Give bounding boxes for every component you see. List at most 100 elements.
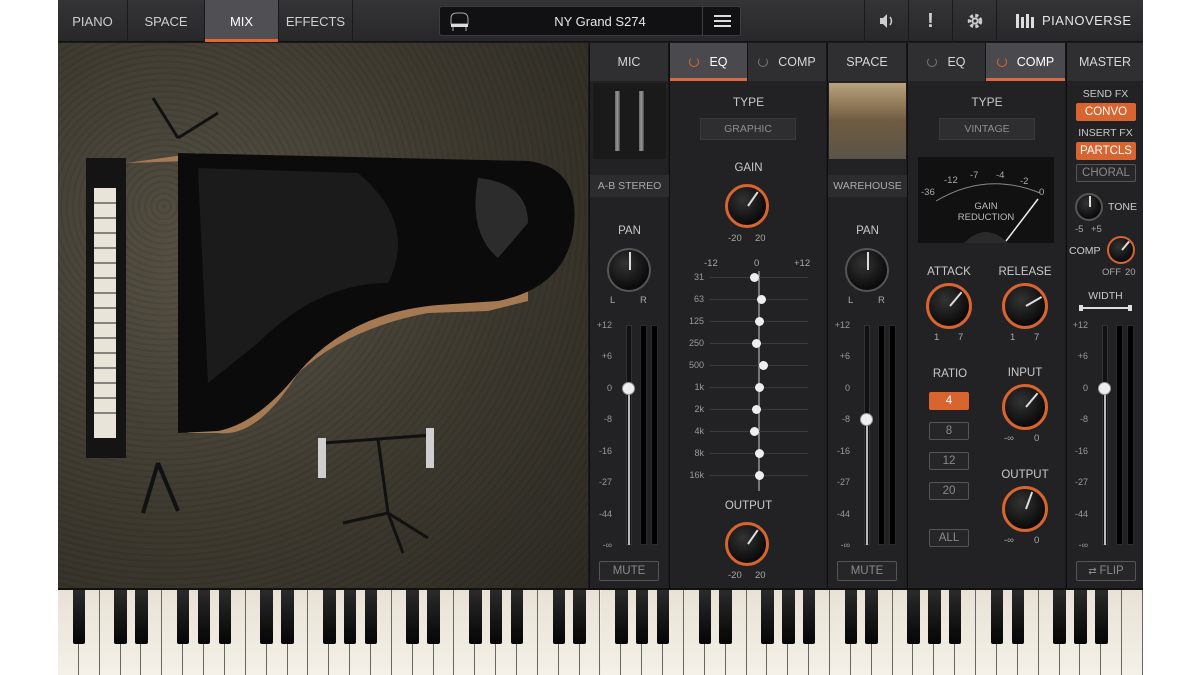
black-key[interactable] — [573, 590, 586, 644]
black-key[interactable] — [427, 590, 440, 644]
preset-menu-button[interactable] — [702, 7, 740, 35]
black-key[interactable] — [698, 590, 712, 644]
black-key[interactable] — [615, 590, 628, 644]
mic-pan-knob[interactable] — [607, 248, 651, 292]
black-key[interactable] — [948, 590, 962, 644]
speaker-icon[interactable] — [864, 0, 908, 42]
ratio-8-button[interactable]: 8 — [929, 422, 969, 440]
power-icon[interactable] — [689, 57, 700, 67]
black-key[interactable] — [469, 590, 482, 644]
black-key[interactable] — [865, 590, 878, 644]
insert-fx-2-button[interactable]: CHORAL — [1076, 164, 1136, 182]
space-thumbnail[interactable] — [829, 83, 906, 159]
eq-gain-knob[interactable] — [725, 184, 769, 228]
ratio-20-button[interactable]: 20 — [929, 482, 969, 500]
fader-handle[interactable] — [622, 381, 635, 395]
black-key[interactable] — [72, 590, 86, 644]
black-key[interactable] — [928, 590, 941, 644]
preset-selector[interactable]: NY Grand S274 — [439, 6, 741, 36]
send-fx-button[interactable]: CONVO — [1076, 103, 1136, 121]
comp-input-knob[interactable] — [1002, 384, 1048, 430]
fader-handle[interactable] — [860, 413, 873, 427]
space-header[interactable]: SPACE — [828, 43, 907, 81]
eq2-tab[interactable]: EQ — [908, 43, 986, 81]
master-fader[interactable]: +12 +6 0 -8 -16 -27 -44 -∞ — [1066, 320, 1143, 550]
black-key[interactable] — [656, 590, 670, 644]
eq-band-handle[interactable] — [752, 404, 762, 414]
tab-piano[interactable]: PIANO — [58, 0, 128, 42]
black-key[interactable] — [260, 590, 273, 644]
black-key[interactable] — [510, 590, 524, 644]
eq-output-knob[interactable] — [725, 522, 769, 566]
black-key[interactable] — [635, 590, 649, 644]
insert-fx-1-button[interactable]: PARTCLS — [1076, 142, 1136, 160]
black-key[interactable] — [1095, 590, 1108, 644]
piano-keyboard[interactable] — [58, 588, 1143, 675]
mic-fader[interactable]: +12 +6 0 -8 -16 -27 -44 -∞ — [590, 320, 669, 550]
black-key[interactable] — [1053, 590, 1066, 644]
fader-handle[interactable] — [1098, 381, 1111, 395]
master-header[interactable]: MASTER — [1067, 43, 1143, 81]
mic-thumbnail[interactable] — [593, 83, 666, 159]
black-key[interactable] — [281, 590, 294, 644]
release-knob[interactable] — [1002, 283, 1048, 329]
black-key[interactable] — [489, 590, 503, 644]
space-pan-knob[interactable] — [845, 248, 889, 292]
tone-knob[interactable] — [1075, 193, 1103, 221]
comp2-tab[interactable]: COMP — [986, 43, 1066, 81]
black-key[interactable] — [322, 590, 336, 644]
eq-band-handle[interactable] — [754, 382, 764, 392]
ratio-all-button[interactable]: ALL — [929, 529, 969, 547]
master-comp-knob[interactable] — [1107, 236, 1135, 264]
eq-band-handle[interactable] — [758, 360, 768, 370]
space-fader[interactable]: +12 +6 0 -8 -16 -27 -44 -∞ — [828, 320, 907, 550]
eq-band-handle[interactable] — [752, 338, 762, 348]
tab-mix[interactable]: MIX — [205, 0, 279, 42]
graphic-eq[interactable]: 31 63 125 250 500 1k 2k 4k 8k 16k — [670, 271, 827, 491]
black-key[interactable] — [197, 590, 211, 644]
gear-icon[interactable] — [952, 0, 996, 42]
comp-type-selector[interactable]: VINTAGE — [939, 118, 1035, 140]
eq1-tab[interactable]: EQ — [670, 43, 748, 81]
black-key[interactable] — [218, 590, 232, 644]
flip-button[interactable]: ⇄ FLIP — [1076, 561, 1136, 581]
black-key[interactable] — [135, 590, 148, 644]
tab-space[interactable]: SPACE — [128, 0, 205, 42]
black-key[interactable] — [719, 590, 732, 644]
ratio-12-button[interactable]: 12 — [929, 452, 969, 470]
ratio-4-button[interactable]: 4 — [929, 392, 969, 410]
black-key[interactable] — [114, 590, 127, 644]
eq-type-selector[interactable]: GRAPHIC — [700, 118, 796, 140]
mic-mute-button[interactable]: MUTE — [599, 561, 659, 581]
width-slider[interactable] — [1079, 305, 1132, 311]
black-key[interactable] — [907, 590, 920, 644]
eq-band-handle[interactable] — [756, 294, 766, 304]
alert-icon[interactable]: ! — [908, 0, 952, 42]
space-mute-button[interactable]: MUTE — [837, 561, 897, 581]
black-key[interactable] — [176, 590, 190, 644]
attack-knob[interactable] — [926, 283, 972, 329]
mic-header[interactable]: MIC — [590, 43, 669, 81]
black-key[interactable] — [406, 590, 419, 644]
black-key[interactable] — [990, 590, 1004, 644]
eq-band-handle[interactable] — [754, 470, 764, 480]
black-key[interactable] — [844, 590, 858, 644]
eq-band-handle[interactable] — [754, 448, 764, 458]
comp1-tab[interactable]: COMP — [748, 43, 827, 81]
black-key[interactable] — [802, 590, 816, 644]
black-key[interactable] — [343, 590, 357, 644]
black-key[interactable] — [782, 590, 795, 644]
comp-output-knob[interactable] — [1002, 486, 1048, 532]
tab-effects[interactable]: EFFECTS — [279, 0, 353, 42]
eq-band-handle[interactable] — [750, 272, 760, 282]
white-key[interactable] — [1122, 590, 1143, 675]
power-icon[interactable] — [758, 57, 769, 67]
black-key[interactable] — [1011, 590, 1025, 644]
black-key[interactable] — [552, 590, 566, 644]
power-icon[interactable] — [927, 57, 938, 67]
power-icon[interactable] — [996, 57, 1007, 67]
black-key[interactable] — [761, 590, 774, 644]
eq-band-handle[interactable] — [754, 316, 764, 326]
black-key[interactable] — [364, 590, 378, 644]
eq-band-handle[interactable] — [750, 426, 760, 436]
